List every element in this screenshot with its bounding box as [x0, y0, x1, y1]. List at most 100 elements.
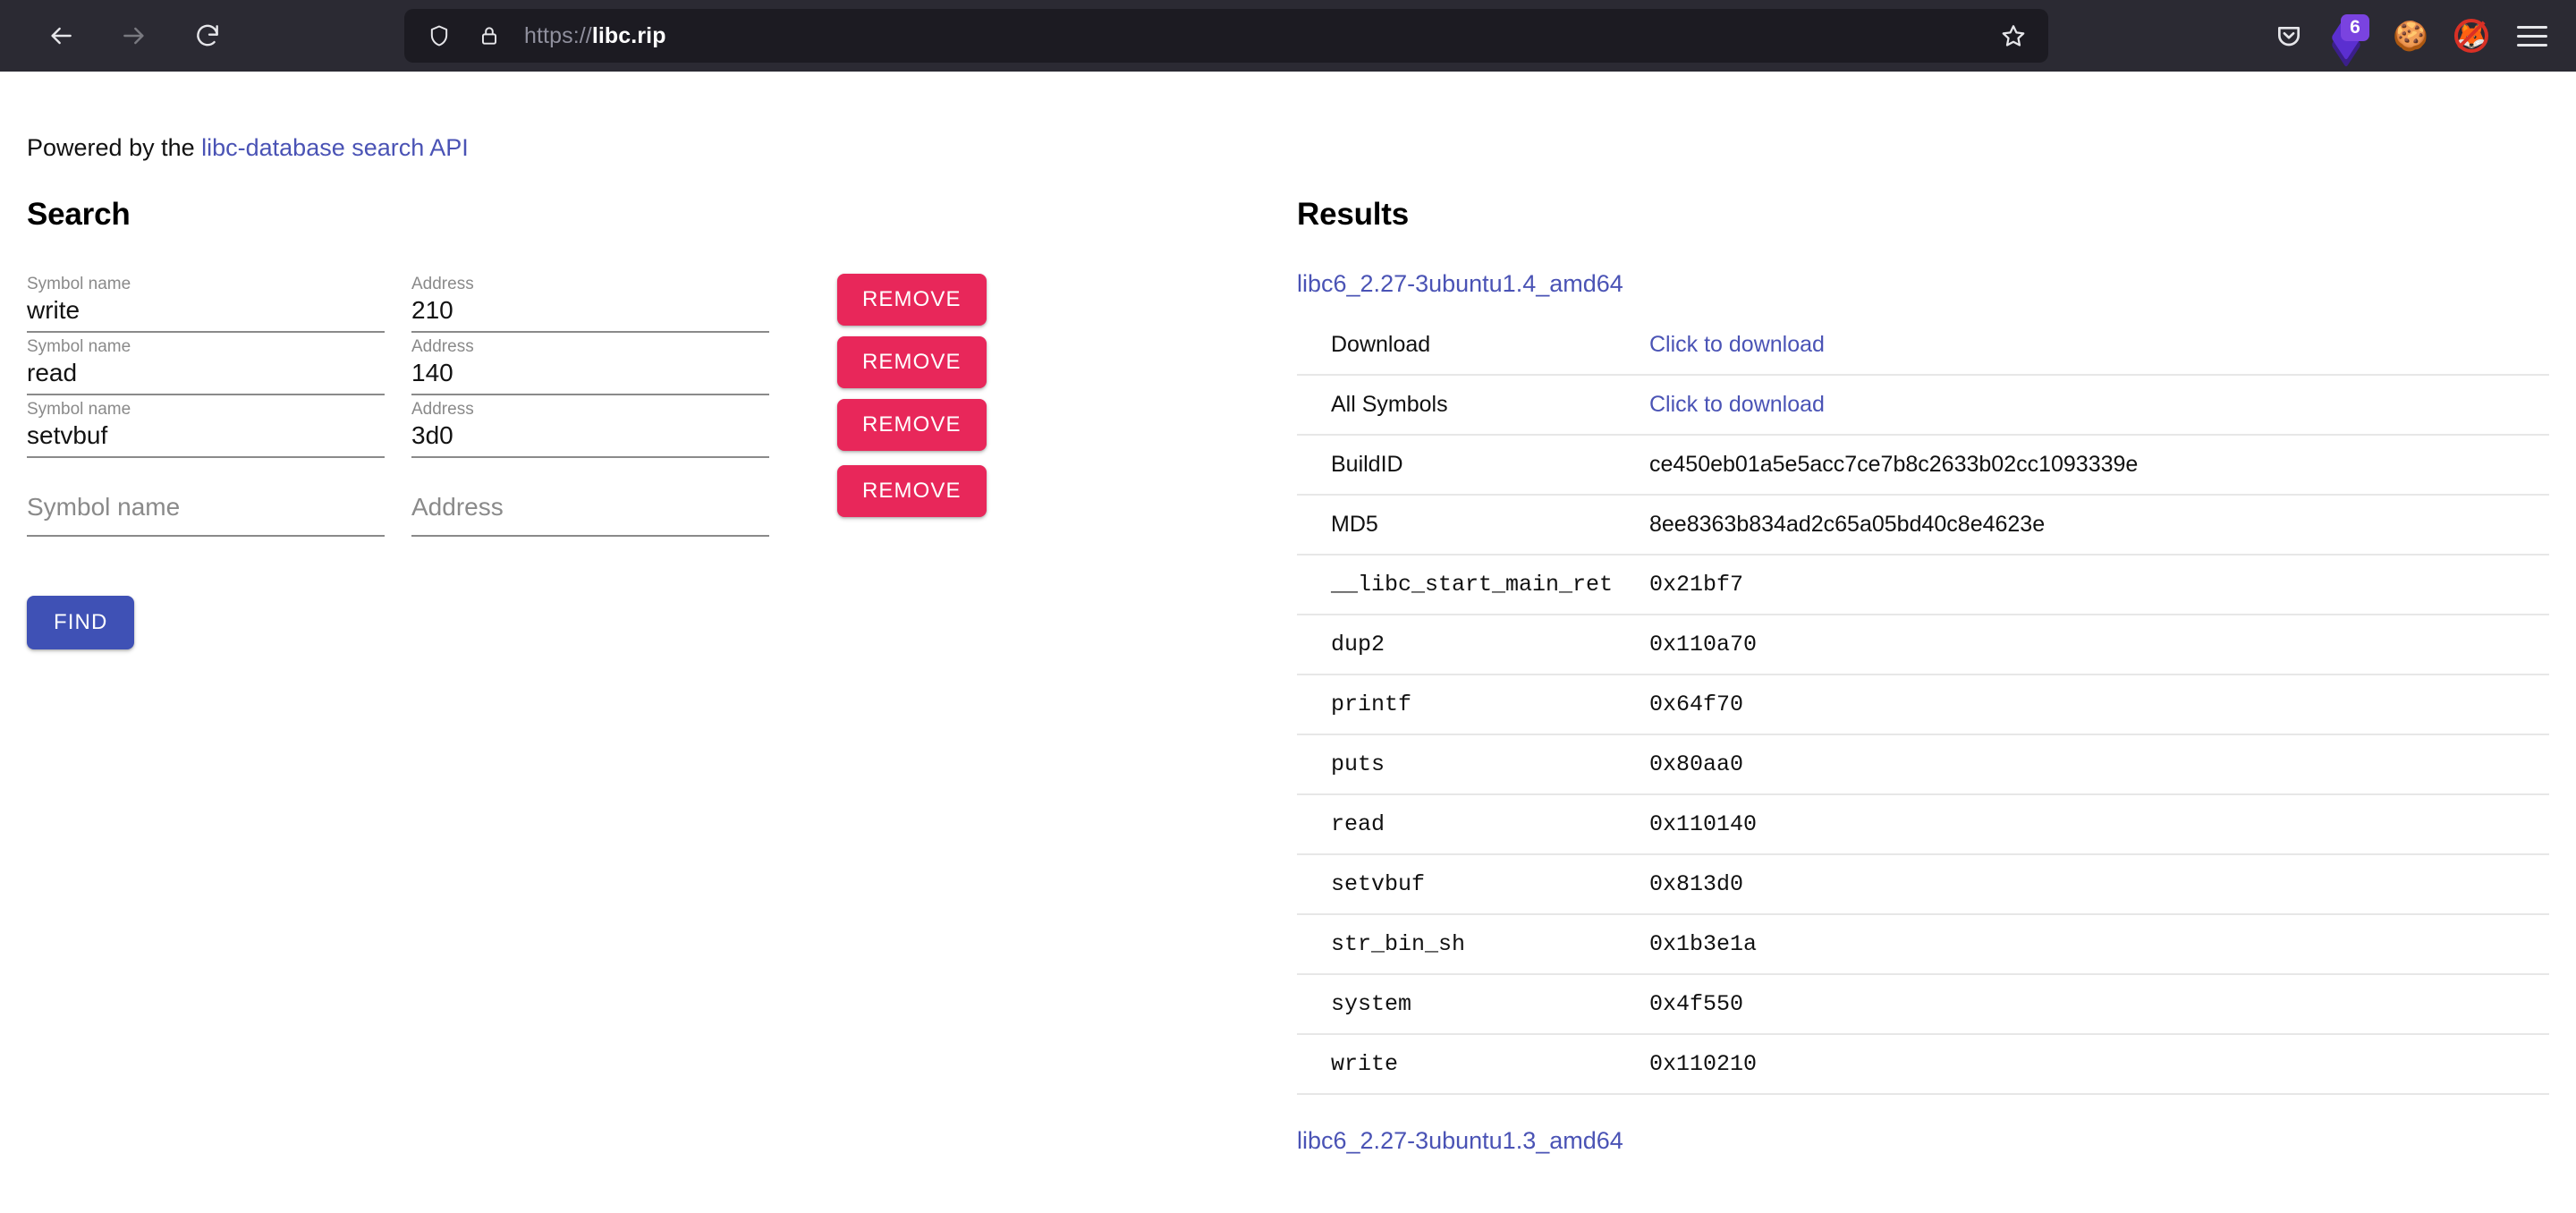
table-row: str_bin_sh 0x1b3e1a [1297, 914, 2549, 974]
search-row: Symbol name write Address 210 REMOVE [27, 270, 1261, 333]
address-field-value: 3d0 [411, 421, 453, 449]
search-row: Symbol name setvbuf Address 3d0 REMOVE [27, 395, 1261, 458]
results-table: Download Click to download All Symbols C… [1297, 316, 2549, 1095]
address-field-label: Address [411, 337, 474, 356]
result-libc-link[interactable]: libc6_2.27-3ubuntu1.4_amd64 [1297, 270, 1623, 298]
search-row: Symbol name Address REMOVE [27, 458, 1261, 537]
symbol-field-label: Symbol name [27, 337, 131, 356]
row-key: write [1331, 1051, 1399, 1077]
download-link[interactable]: Click to download [1649, 332, 1825, 357]
search-panel: Search Symbol name write Address 210 REM… [27, 197, 1261, 649]
symbol-field-value: setvbuf [27, 421, 108, 449]
symbol-field-value: read [27, 359, 78, 386]
row-value: 0x80aa0 [1649, 751, 1744, 777]
row-key: __libc_start_main_ret [1331, 572, 1614, 598]
powered-by-text: Powered by the libc-database search API [27, 134, 469, 162]
extension-layers-icon[interactable]: 6 [2324, 10, 2376, 68]
shield-icon[interactable] [417, 13, 462, 58]
libc-database-api-link[interactable]: libc-database search API [201, 134, 469, 161]
lock-icon[interactable] [467, 13, 512, 58]
row-value: 0x1b3e1a [1649, 931, 1758, 957]
remove-button-3[interactable]: REMOVE [837, 465, 987, 517]
symbol-field-0[interactable]: Symbol name write [27, 276, 385, 333]
result-libc-link-next[interactable]: libc6_2.27-3ubuntu1.3_amd64 [1297, 1127, 1623, 1155]
page-content: Powered by the libc-database search API … [0, 72, 2576, 1213]
browser-toolbar: https://libc.rip 6 🍪 🦊 [0, 0, 2576, 72]
table-row: dup2 0x110a70 [1297, 615, 2549, 674]
row-key: setvbuf [1331, 871, 1426, 897]
row-value: 0x64f70 [1649, 691, 1744, 717]
row-value: 0x110140 [1649, 811, 1758, 837]
row-key: read [1331, 811, 1385, 837]
remove-button-2[interactable]: REMOVE [837, 399, 987, 451]
table-row: read 0x110140 [1297, 794, 2549, 854]
symbol-field-2[interactable]: Symbol name setvbuf [27, 401, 385, 458]
find-button[interactable]: FIND [27, 596, 135, 649]
nofox-glyph: 🦊 [2453, 18, 2489, 54]
hamburger-glyph [2517, 25, 2547, 47]
symbol-field-3[interactable]: Symbol name [27, 479, 385, 537]
row-key: puts [1331, 751, 1385, 777]
menu-hamburger-icon[interactable] [2506, 10, 2558, 62]
address-field-2[interactable]: Address 3d0 [411, 401, 769, 458]
row-key: BuildID [1331, 452, 1403, 477]
cookie-icon[interactable]: 🍪 [2385, 10, 2436, 62]
row-key: Download [1331, 332, 1431, 357]
remove-button-1[interactable]: REMOVE [837, 336, 987, 388]
row-key: system [1331, 991, 1412, 1017]
bookmark-star-icon[interactable] [1991, 13, 2036, 58]
table-row: All Symbols Click to download [1297, 375, 2549, 435]
symbol-field-label: Symbol name [27, 400, 131, 419]
layers-glyph: 6 [2331, 14, 2369, 68]
symbol-field-value: write [27, 296, 80, 324]
toolbar-extensions: 6 🍪 🦊 [2263, 0, 2558, 72]
symbol-field-1[interactable]: Symbol name read [27, 338, 385, 395]
search-row: Symbol name read Address 140 REMOVE [27, 333, 1261, 395]
table-row: write 0x110210 [1297, 1034, 2549, 1094]
row-key: All Symbols [1331, 392, 1448, 417]
table-row: BuildID ce450eb01a5e5acc7ce7b8c2633b02cc… [1297, 435, 2549, 495]
remove-button-0[interactable]: REMOVE [837, 274, 987, 326]
row-key: dup2 [1331, 632, 1385, 657]
row-value: 0x110a70 [1649, 632, 1758, 657]
forward-button[interactable] [109, 11, 159, 61]
symbol-field-label: Symbol name [27, 275, 131, 293]
row-value: 0x813d0 [1649, 871, 1744, 897]
row-value: 0x110210 [1649, 1051, 1758, 1077]
address-field-1[interactable]: Address 140 [411, 338, 769, 395]
table-row: printf 0x64f70 [1297, 674, 2549, 734]
row-value: 0x21bf7 [1649, 572, 1744, 598]
row-value: 0x4f550 [1649, 991, 1744, 1017]
field-underline [411, 535, 769, 537]
table-row: system 0x4f550 [1297, 974, 2549, 1034]
address-field-placeholder: Address [411, 493, 504, 521]
cookie-glyph: 🍪 [2393, 20, 2428, 52]
address-field-3[interactable]: Address [411, 479, 769, 537]
address-field-value: 140 [411, 359, 453, 386]
table-row: setvbuf 0x813d0 [1297, 854, 2549, 914]
search-heading: Search [27, 197, 131, 232]
results-heading: Results [1297, 197, 1410, 232]
url-scheme: https:// [524, 22, 592, 48]
address-field-0[interactable]: Address 210 [411, 276, 769, 333]
row-value: Click to download [1637, 375, 2549, 435]
table-row: MD5 8ee8363b834ad2c65a05bd40c8e4623e [1297, 495, 2549, 555]
field-underline [27, 535, 385, 537]
reload-button[interactable] [182, 11, 233, 61]
address-field-label: Address [411, 400, 474, 419]
row-key: str_bin_sh [1331, 931, 1466, 957]
powered-prefix: Powered by the [27, 134, 202, 161]
row-value: ce450eb01a5e5acc7ce7b8c2633b02cc1093339e [1649, 452, 2139, 477]
address-field-label: Address [411, 275, 474, 293]
row-key: printf [1331, 691, 1412, 717]
symbol-field-placeholder: Symbol name [27, 493, 181, 521]
no-fox-icon[interactable]: 🦊 [2445, 10, 2497, 62]
back-button[interactable] [36, 11, 86, 61]
table-row: puts 0x80aa0 [1297, 734, 2549, 794]
url-text: https://libc.rip [524, 23, 666, 49]
pocket-icon[interactable] [2263, 10, 2315, 62]
address-bar[interactable]: https://libc.rip [404, 9, 2048, 63]
navigation-buttons [36, 11, 233, 61]
all-symbols-download-link[interactable]: Click to download [1649, 392, 1825, 417]
search-rows: Symbol name write Address 210 REMOVE Sym… [27, 270, 1261, 537]
